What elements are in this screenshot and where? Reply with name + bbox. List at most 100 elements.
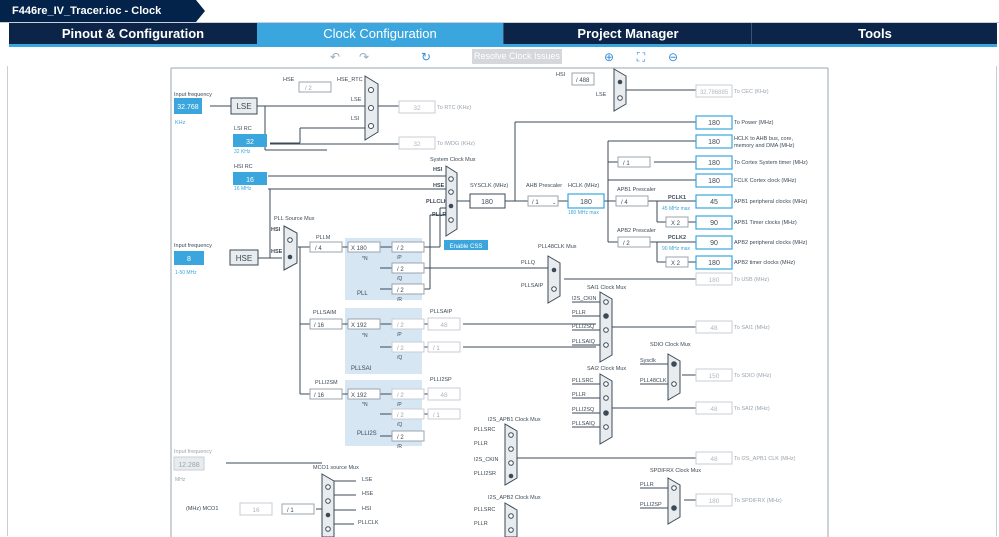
plli2sn-value: X 192: [351, 393, 367, 399]
i2s-apb1-input-i2sckin: I2S_CKIN: [474, 457, 498, 463]
pll-source-radio-hsi: [287, 237, 293, 243]
ext-input-value: 12.288: [178, 462, 200, 469]
output-label: APB1 Timer clocks (MHz): [734, 220, 797, 226]
peripheral-muxes: SAI1 Clock Mux I2S_CKIN PLLR PLLI2SQ PLLSAIQ…: [572, 285, 701, 525]
pll48-radio-pllq: [551, 267, 557, 273]
apb1-prescaler-label: APB1 Prescaler: [617, 187, 656, 193]
sai2-mux-radio[interactable]: [603, 424, 609, 430]
pllsaiq-div: / 2: [397, 346, 404, 352]
plln-tag: *N: [362, 256, 368, 262]
sai1-mux-radio[interactable]: [603, 327, 609, 333]
plli2sp-value: 48: [440, 392, 448, 399]
sysclk-mux-radio-hse: [448, 189, 454, 195]
cec-dest-label: To CEC (KHz): [734, 89, 769, 95]
sai1-mux-radio[interactable]: [603, 299, 609, 305]
i2s-apb2-mux-title: I2S_APB2 Clock Mux: [488, 495, 541, 501]
pllsaiq-tag: /Q: [397, 355, 402, 361]
rtc-mux-input-lse: LSE: [351, 97, 362, 103]
sysclk-value: 180: [481, 199, 493, 206]
sai1-mux-radio[interactable]: [603, 313, 609, 319]
i2s-apb1-input-plli2sr: PLLI2SR: [474, 471, 496, 477]
sai2-input-label: PLLI2SQ: [572, 407, 595, 413]
clock-output-rows: 180 To Power (MHz) 180 HCLK to AHB bus, cor…: [695, 115, 808, 507]
pll-source-radio-hse: [287, 254, 293, 260]
lse-label: LSE: [236, 102, 251, 111]
pllsaip-label: PLLSAIP: [430, 309, 453, 315]
lse-input-frequency-label: Input frequency: [174, 92, 212, 98]
pllsaip-value: 48: [440, 322, 448, 329]
mco1-label: (MHz) MCO1: [186, 506, 218, 512]
pll48-input-pllq: PLLQ: [521, 260, 536, 266]
sdio-clock-mux[interactable]: [667, 353, 681, 401]
mco1-mux-title: MCO1 source Mux: [313, 465, 359, 471]
output-value: 180: [708, 260, 720, 267]
rtc-section: HSE HSE_RTC / 2 LSE LSI 32 To RTC (KHz) …: [283, 75, 475, 150]
mco1-value: 16: [252, 507, 260, 514]
output-label: To Cortex System timer (MHz): [734, 160, 808, 166]
pclk1-label: PCLK1: [668, 195, 686, 201]
spdifrx-dest-label: To SPDIFRX (MHz): [734, 498, 782, 504]
apb2-max: 90 MHz max: [662, 246, 691, 252]
i2s-apb2-input-pllr: PLLR: [474, 521, 488, 527]
cec-mux[interactable]: [613, 68, 627, 112]
pllm-value: / 4: [315, 246, 322, 252]
mco1-section: MCO1 source Mux LSE HSE HSI PLLCLK (MHz)…: [186, 465, 379, 537]
mco1-input-hse: HSE: [362, 491, 374, 497]
lsi-sub: 32 KHz: [234, 149, 251, 155]
sysclk-mux-input-hsi: HSI: [433, 167, 443, 173]
sdio-value: 150: [709, 373, 720, 380]
sai1-input-label: I2S_CKIN: [572, 296, 596, 302]
sdio-mux-radio[interactable]: [671, 361, 677, 367]
hsi-title: HSI RC: [234, 164, 253, 170]
pll-source-mux[interactable]: [283, 225, 298, 271]
spdifrx-input-label: PLLR: [640, 482, 654, 488]
output-label: FCLK Cortex clock (MHz): [734, 178, 797, 184]
apb1-prescaler-value: / 4: [621, 200, 628, 206]
output-label: APB2 timer clocks (MHz): [734, 260, 795, 266]
apb1-max: 45 MHz max: [662, 206, 691, 212]
sdio-dest-label: To SDIO (MHz): [734, 373, 771, 379]
pll-name: PLL: [357, 291, 368, 297]
pll48-input-pllsaip: PLLSAIP: [521, 283, 544, 289]
sysclk-label: SYSCLK (MHz): [470, 183, 508, 189]
cec-lse-label: LSE: [596, 92, 607, 98]
output-label: HCLK to AHB bus, core, memory and DMA (MH…: [734, 136, 795, 149]
lsi-title: LSI RC: [234, 126, 252, 132]
pll48-radio-pllsaip: [551, 286, 557, 292]
hse-input-frequency-label: Input frequency: [174, 243, 212, 249]
hclk-label: HCLK (MHz): [568, 183, 599, 189]
pllsain-value: X 192: [351, 323, 367, 329]
apb2-prescaler-label: APB2 Prescaler: [617, 228, 656, 234]
pllsain-tag: *N: [362, 333, 368, 339]
output-value: 180: [708, 120, 720, 127]
sysclk-mux-input-pllclk: PLLCLK: [426, 199, 448, 205]
pllp-tag: /P: [397, 255, 402, 261]
output-label: APB2 peripheral clocks (MHz): [734, 240, 808, 246]
hclk-value: 180: [580, 199, 592, 206]
sai1-input-label: PLLR: [572, 310, 586, 316]
spdifrx-clock-mux[interactable]: [667, 477, 681, 525]
sai2-mux-radio[interactable]: [603, 381, 609, 387]
pll48clk-mux[interactable]: [547, 255, 561, 304]
sdio-input-label: PLL48CLK: [640, 378, 667, 384]
plli2sr-tag: /R: [397, 444, 402, 450]
pll48-value: 180: [709, 277, 720, 284]
spdifrx-mux-radio[interactable]: [671, 505, 677, 511]
sdio-mux-radio[interactable]: [671, 381, 677, 387]
hse-rtc-divider[interactable]: [298, 81, 332, 93]
sai2-input-label: PLLR: [572, 392, 586, 398]
output-label: To Power (MHz): [734, 120, 774, 126]
pllsaip-div: / 2: [397, 323, 404, 329]
cec-mux-radio-lse: [617, 95, 623, 101]
rtc-mux-input-hse: HSE: [283, 77, 295, 83]
sai1-mux-radio[interactable]: [603, 342, 609, 348]
spdifrx-mux-radio[interactable]: [671, 485, 677, 491]
sai2-mux-radio[interactable]: [603, 395, 609, 401]
rtc-mux-radio-hse: [368, 87, 374, 93]
hclk-max: 180 MHz max: [568, 210, 599, 216]
pllp-value: / 2: [397, 246, 404, 252]
pll-source-input-hse: HSE: [271, 249, 283, 255]
rtc-mux-input-lsi: LSI: [351, 116, 360, 122]
sai2-mux-radio[interactable]: [603, 410, 609, 416]
i2s-apb1-input-pllsrc: PLLSRC: [474, 427, 495, 433]
